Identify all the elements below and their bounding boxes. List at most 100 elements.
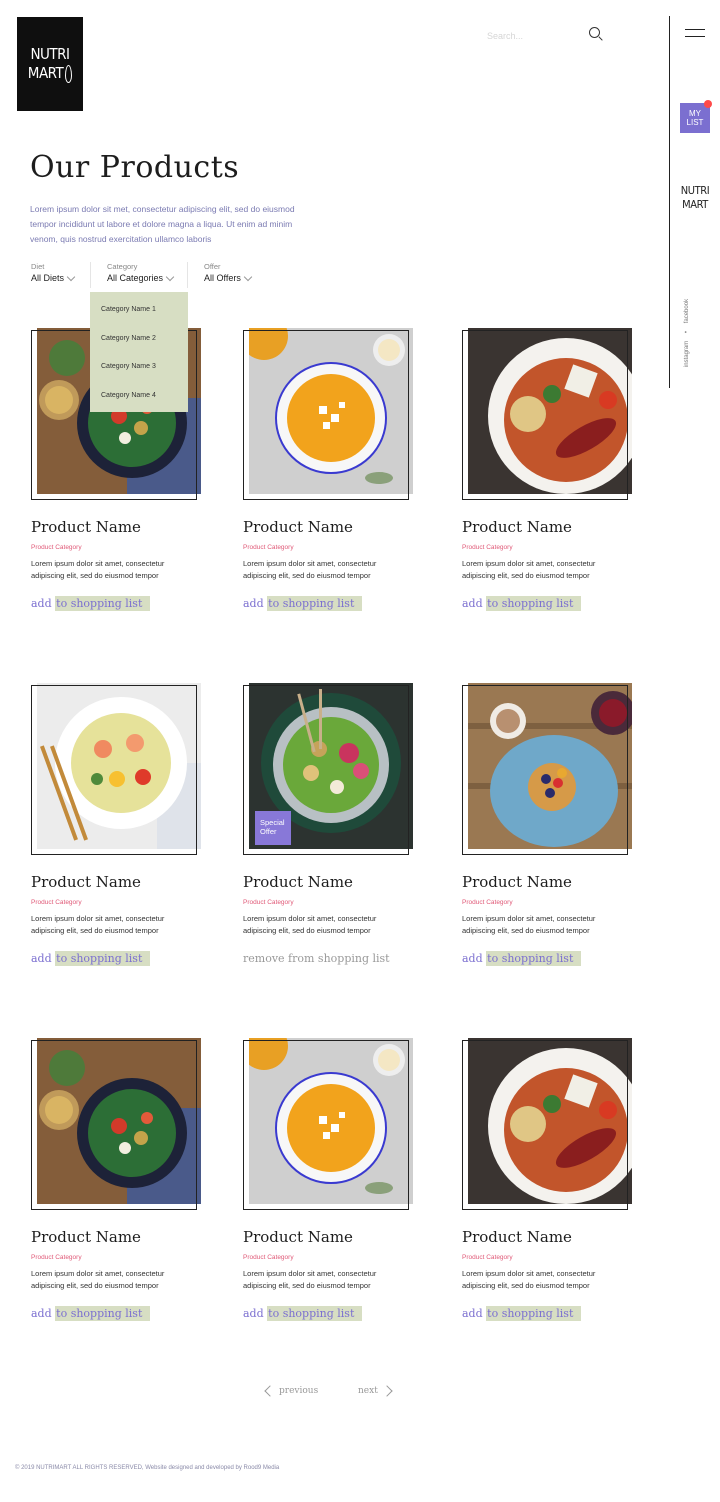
diet-filter-label: Diet [31,262,45,271]
product-category: Product Category [462,1254,513,1261]
product-card: Product Name Product Category Lorem ipsu… [462,1038,634,1321]
add-to-list-button[interactable]: add to shopping list [31,951,203,966]
diet-filter-value: All Diets [31,273,65,283]
add-label: add [462,952,483,965]
product-description: Lorem ipsum dolor sit amet, consectetur … [31,559,165,580]
product-card: Product Name Product Category Lorem ipsu… [243,328,415,611]
previous-page-button[interactable]: previous [264,1385,319,1397]
logo-line2-wrap: MART [27,64,73,83]
image-frame [31,1040,197,1210]
search-box [485,26,605,42]
shopping-list-label: to shopping list [267,596,363,611]
image-frame [462,685,628,855]
add-label: add [462,1307,483,1320]
shopping-list-label: to shopping list [267,1306,363,1321]
product-description: Lorem ipsum dolor sit amet, consectetur … [243,1269,377,1290]
shopping-list-label: to shopping list [55,951,151,966]
product-description: Lorem ipsum dolor sit amet, consectetur … [462,1269,596,1290]
offer-filter[interactable]: Offer All Offers [204,262,253,283]
product-name[interactable]: Product Name [31,518,203,536]
product-name[interactable]: Product Name [243,1228,415,1246]
leaf-icon [65,64,73,83]
logo-line1: NUTRI [30,45,70,63]
logo-line2: MART [27,64,64,82]
product-category: Product Category [243,1254,294,1261]
add-to-list-button[interactable]: add to shopping list [462,1306,634,1321]
search-icon[interactable] [589,27,600,38]
chevron-right-icon [381,1385,393,1397]
chevron-down-icon [243,272,253,281]
shopping-list-label: to shopping list [486,596,582,611]
add-to-list-button[interactable]: add to shopping list [31,596,203,611]
category-filter[interactable]: Category All Categories [107,262,175,283]
product-category: Product Category [462,544,513,551]
product-name[interactable]: Product Name [31,1228,203,1246]
product-card: Product Name Product Category Lorem ipsu… [462,683,634,966]
product-name[interactable]: Product Name [243,873,415,891]
dropdown-option[interactable]: Category Name 3 [90,357,188,386]
image-frame [462,330,628,500]
product-card: Product Name Product Category Lorem ipsu… [243,1038,415,1321]
product-name[interactable]: Product Name [31,873,203,891]
product-name[interactable]: Product Name [462,518,634,536]
rail-logo-line1: NUTRI [680,184,710,197]
shopping-list-label: to shopping list [55,1306,151,1321]
add-label: add [243,597,264,610]
product-card: Special Offer Product Name Product Categ… [243,683,415,965]
search-input[interactable] [485,30,584,42]
product-card: Product Name Product Category Lorem ipsu… [31,683,203,966]
category-filter-value: All Categories [107,273,164,283]
add-to-list-button[interactable]: add to shopping list [462,951,634,966]
product-name[interactable]: Product Name [462,1228,634,1246]
next-label: next [358,1386,378,1396]
add-to-list-button[interactable]: add to shopping list [31,1306,203,1321]
dropdown-option[interactable]: Category Name 2 [90,329,188,358]
page-title: Our Products [30,150,240,185]
diet-filter[interactable]: Diet All Diets [31,262,76,283]
next-page-button[interactable]: next [358,1385,393,1397]
product-category: Product Category [243,544,294,551]
dropdown-option[interactable]: Category Name 1 [90,300,188,329]
add-label: add [462,597,483,610]
product-category: Product Category [31,544,82,551]
product-description: Lorem ipsum dolor sit amet, consectetur … [31,1269,165,1290]
rail-logo[interactable]: NUTRI MART [680,184,710,212]
dropdown-option[interactable]: Category Name 4 [90,386,188,415]
image-frame [31,685,197,855]
rail-logo-line2: MART [682,198,708,211]
notification-dot [704,100,712,108]
image-frame [462,1040,628,1210]
hamburger-menu-icon[interactable] [685,29,705,39]
social-separator: • [684,330,691,334]
add-to-list-button[interactable]: add to shopping list [243,596,415,611]
special-offer-badge: Special Offer [255,811,291,845]
social-links: instagram • facebook [660,299,720,380]
intro-text: Lorem ipsum dolor sit met, consectetur a… [30,204,295,244]
product-description: Lorem ipsum dolor sit amet, consectetur … [243,559,377,580]
product-description: Lorem ipsum dolor sit amet, consectetur … [462,559,596,580]
offer-filter-label: Offer [204,262,221,271]
add-to-list-button[interactable]: add to shopping list [462,596,634,611]
product-card: Product Name Product Category Lorem ipsu… [462,328,634,611]
add-label: add [31,952,52,965]
logo[interactable]: NUTRI MART [17,17,83,111]
product-name[interactable]: Product Name [243,518,415,536]
product-name[interactable]: Product Name [462,873,634,891]
previous-label: previous [279,1386,319,1396]
image-frame [243,1040,409,1210]
filter-divider [90,262,91,288]
instagram-link[interactable]: instagram [684,341,690,367]
filter-divider [187,262,188,288]
add-label: add [243,1307,264,1320]
facebook-link[interactable]: facebook [684,299,690,323]
category-dropdown: Category Name 1 Category Name 2 Category… [90,292,188,412]
remove-from-list-button[interactable]: remove from shopping list [243,952,415,965]
add-label: add [31,1307,52,1320]
product-description: Lorem ipsum dolor sit amet, consectetur … [31,914,165,935]
product-card: Product Name Product Category Lorem ipsu… [31,1038,203,1321]
shopping-list-label: to shopping list [486,1306,582,1321]
product-description: Lorem ipsum dolor sit amet, consectetur … [462,914,596,935]
product-category: Product Category [462,899,513,906]
chevron-down-icon [66,272,76,281]
add-to-list-button[interactable]: add to shopping list [243,1306,415,1321]
